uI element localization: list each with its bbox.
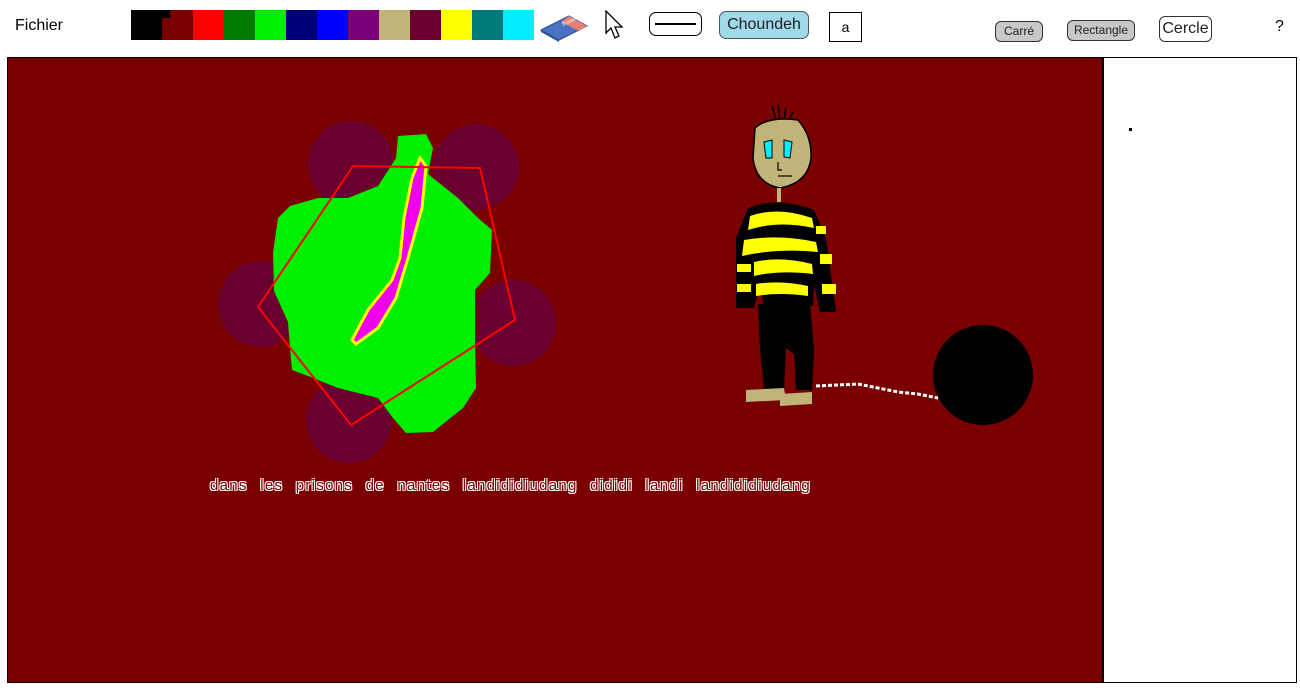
circle-button[interactable]: Cercle	[1159, 16, 1212, 42]
canvas-drawing	[218, 103, 1033, 463]
color-swatch[interactable]	[193, 10, 224, 40]
color-palette	[131, 10, 534, 40]
color-swatch[interactable]	[286, 10, 317, 40]
color-swatch[interactable]	[255, 10, 286, 40]
color-swatch[interactable]	[472, 10, 503, 40]
color-swatch[interactable]	[410, 10, 441, 40]
square-button[interactable]: Carré	[995, 21, 1043, 42]
color-swatch[interactable]	[224, 10, 255, 40]
chain	[815, 382, 939, 400]
color-swatch[interactable]	[317, 10, 348, 40]
text-tool-button[interactable]: a	[829, 12, 862, 42]
drawing-canvas[interactable]: dans les prisons de nantes landididiudan…	[7, 57, 1103, 683]
prisoner-figure	[736, 103, 836, 406]
purple-circle	[470, 280, 556, 366]
canvas-text: dans les prisons de nantes landididiudan…	[210, 477, 812, 494]
color-swatch[interactable]	[131, 10, 162, 40]
color-swatch[interactable]	[348, 10, 379, 40]
color-swatch[interactable]	[503, 10, 534, 40]
eraser-icon[interactable]: Eraser	[539, 12, 589, 47]
font-button[interactable]: Choundeh	[719, 11, 809, 39]
side-panel	[1103, 57, 1297, 683]
color-swatch[interactable]	[441, 10, 472, 40]
line-width-button[interactable]	[649, 12, 702, 36]
side-dot	[1129, 128, 1132, 131]
rectangle-button[interactable]: Rectangle	[1067, 20, 1135, 41]
color-swatch[interactable]	[162, 10, 193, 40]
help-button[interactable]: ?	[1275, 18, 1284, 36]
pointer-icon[interactable]	[604, 9, 626, 45]
file-menu[interactable]: Fichier	[15, 17, 63, 35]
ball	[933, 325, 1033, 425]
color-swatch[interactable]	[379, 10, 410, 40]
